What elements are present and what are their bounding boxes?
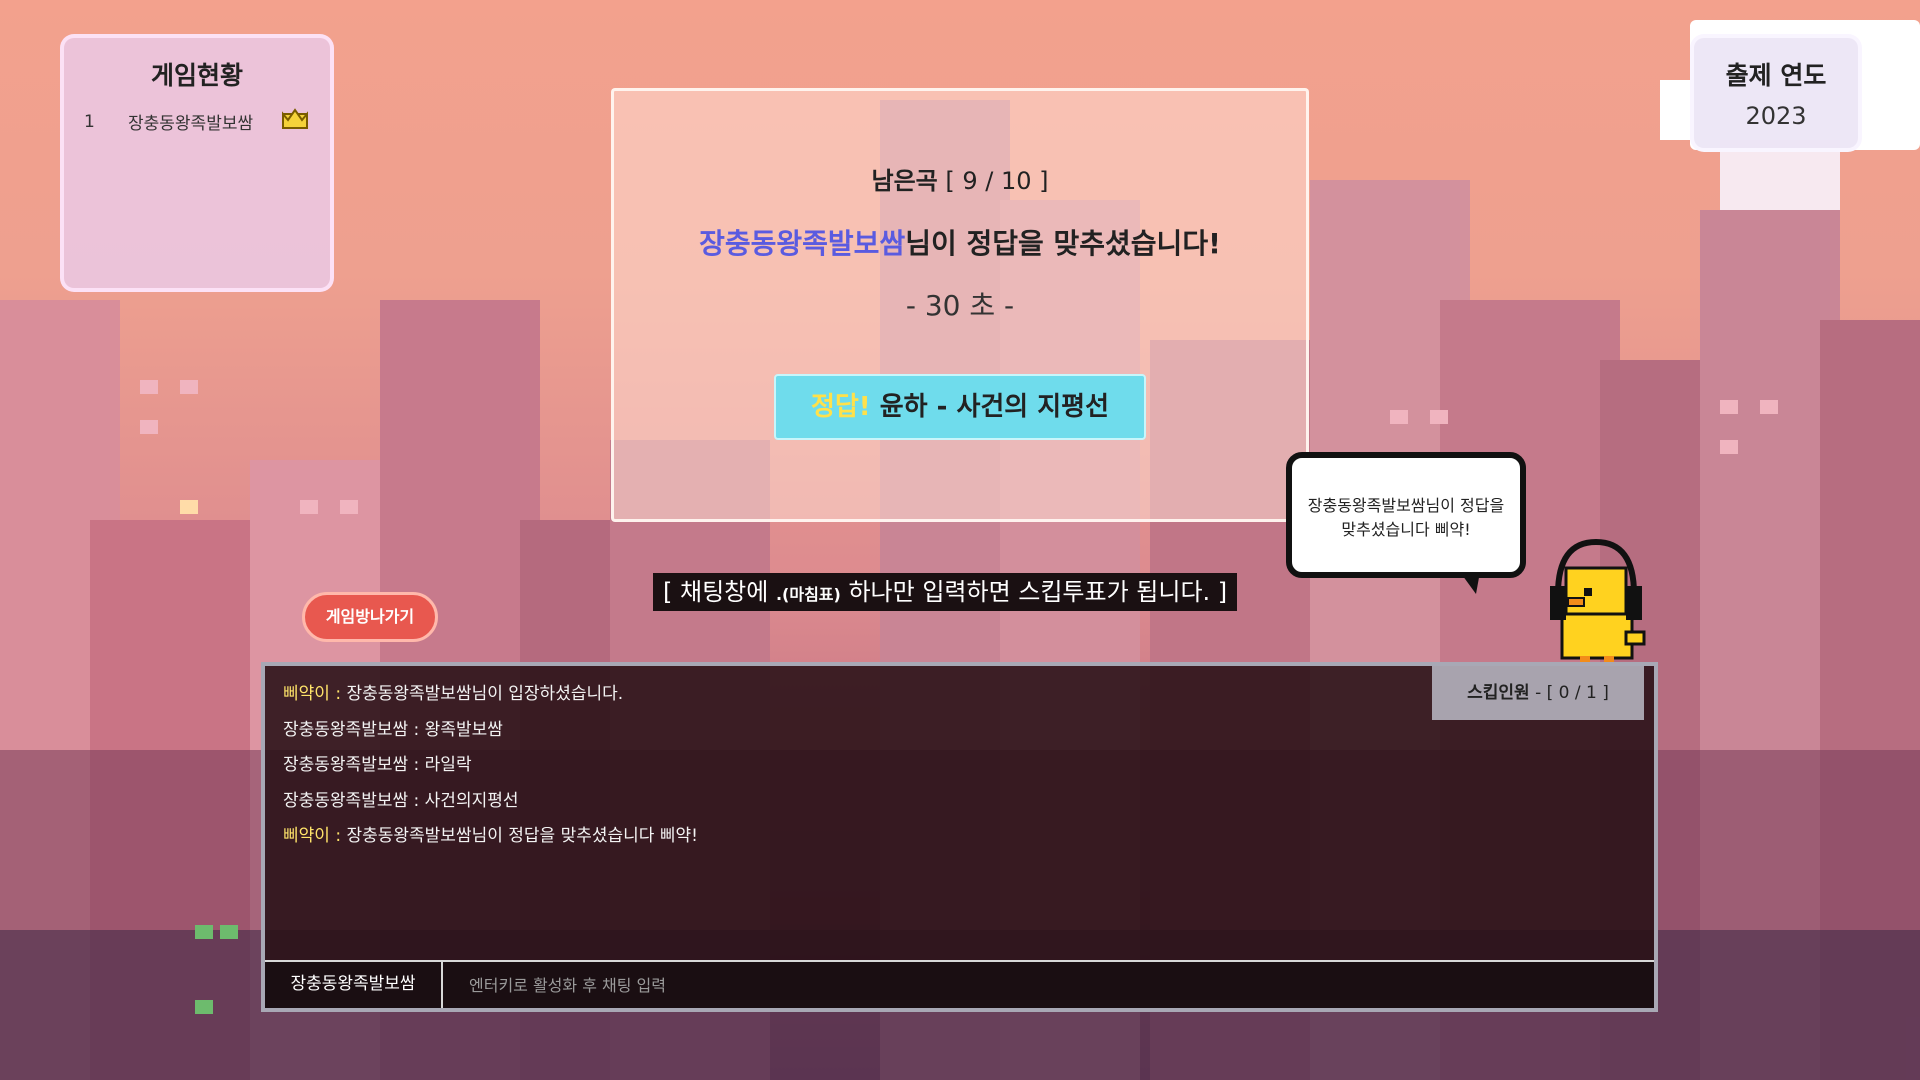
- skip-value: - [ 0 / 1 ]: [1529, 683, 1609, 703]
- message-separator: :: [408, 755, 425, 775]
- year-value: 2023: [1745, 102, 1807, 130]
- countdown-timer: - 30 초 -: [905, 289, 1015, 322]
- skip-counter: 스킵인원 - [ 0 / 1 ]: [1432, 666, 1644, 720]
- chat-message: 장충동왕족발보쌈 : 라일락: [283, 751, 698, 787]
- message-sender: 삐약이: [283, 684, 330, 704]
- skip-hint: [ 채팅창에 .(마침표) 하나만 입력하면 스킵투표가 됩니다. ]: [653, 573, 1238, 611]
- answer-panel: 남은곡 [ 9 / 10 ] 장충동왕족발보쌈님이 정답을 맞추셨습니다! - …: [611, 88, 1309, 522]
- player-row: 1 장충동왕족발보쌈: [84, 108, 330, 135]
- duck-with-headphones-icon: [1540, 536, 1652, 664]
- chat-input-bar: 장충동왕족발보쌈: [265, 960, 1654, 1008]
- year-panel: 출제 연도 2023: [1690, 34, 1862, 152]
- chat-message: 장충동왕족발보쌈 : 왕족발보쌈: [283, 716, 698, 752]
- message-separator: :: [329, 684, 347, 704]
- hint-text-pre: [ 채팅창에: [663, 578, 776, 606]
- hint-text-post: 하나만 입력하면 스킵투표가 됩니다. ]: [840, 578, 1228, 606]
- message-text: 장충동왕족발보쌈님이 입장하셨습니다.: [346, 684, 624, 704]
- year-title: 출제 연도: [1725, 61, 1827, 90]
- chat-message: 삐약이 : 장충동왕족발보쌈님이 정답을 맞추셨습니다 삐약!: [283, 822, 698, 858]
- remaining-value: [ 9 / 10 ]: [945, 167, 1049, 195]
- message-text: 라일락: [424, 755, 472, 775]
- message-sender: 장충동왕족발보쌈: [283, 755, 409, 775]
- message-separator: :: [408, 719, 425, 740]
- chat-message: 삐약이 : 장충동왕족발보쌈님이 입장하셨습니다.: [283, 680, 698, 716]
- answer-text: 윤하 - 사건의 지평선: [879, 392, 1110, 422]
- winner-suffix: 님이 정답을 맞추셨습니다!: [905, 227, 1221, 260]
- chat-message: 장충동왕족발보쌈 : 사건의지평선: [283, 787, 698, 823]
- answer-reveal: 정답! 윤하 - 사건의 지평선: [774, 374, 1146, 440]
- chat-messages: 삐약이 : 장충동왕족발보쌈님이 입장하셨습니다. 장충동왕족발보쌈 : 왕족발…: [283, 680, 698, 858]
- answer-prefix: 정답!: [810, 392, 871, 422]
- chat-input[interactable]: [443, 962, 1654, 1008]
- leave-room-button[interactable]: 게임방나가기: [302, 592, 438, 642]
- chat-window: 삐약이 : 장충동왕족발보쌈님이 입장하셨습니다. 장충동왕족발보쌈 : 왕족발…: [261, 662, 1658, 1012]
- message-sender: 장충동왕족발보쌈: [283, 719, 409, 740]
- player-name: 장충동왕족발보쌈: [128, 114, 254, 134]
- speech-bubble-tail: [1460, 572, 1480, 594]
- scoreboard-title: 게임현황: [150, 61, 243, 90]
- hint-dot: .(마침표): [775, 585, 841, 604]
- bubble-line-1: 장충동왕족발보쌈님이 정답을: [1307, 496, 1505, 515]
- player-rank: 1: [84, 111, 95, 132]
- message-text: 사건의지평선: [424, 790, 519, 811]
- bubble-line-2: 맞추셨습니다 삐약!: [1341, 520, 1471, 539]
- message-sender: 장충동왕족발보쌈: [283, 790, 409, 811]
- message-separator: :: [408, 790, 425, 811]
- message-text: 장충동왕족발보쌈님이 정답을 맞추셨습니다 삐약!: [346, 826, 698, 846]
- chat-username: 장충동왕족발보쌈: [265, 962, 443, 1008]
- message-text: 왕족발보쌈: [424, 719, 503, 740]
- remaining-label: 남은곡: [871, 167, 938, 195]
- crown-icon: [281, 108, 309, 135]
- message-sender: 삐약이: [283, 826, 330, 846]
- speech-bubble: 장충동왕족발보쌈님이 정답을 맞추셨습니다 삐약!: [1286, 452, 1526, 578]
- message-separator: :: [329, 826, 347, 846]
- remaining-songs: 남은곡 [ 9 / 10 ]: [614, 161, 1306, 196]
- skip-label: 스킵인원: [1467, 683, 1530, 703]
- winner-announcement: 장충동왕족발보쌈님이 정답을 맞추셨습니다!: [614, 222, 1306, 262]
- winner-name: 장충동왕족발보쌈: [699, 227, 906, 260]
- scoreboard-panel: 게임현황 1 장충동왕족발보쌈: [60, 34, 334, 292]
